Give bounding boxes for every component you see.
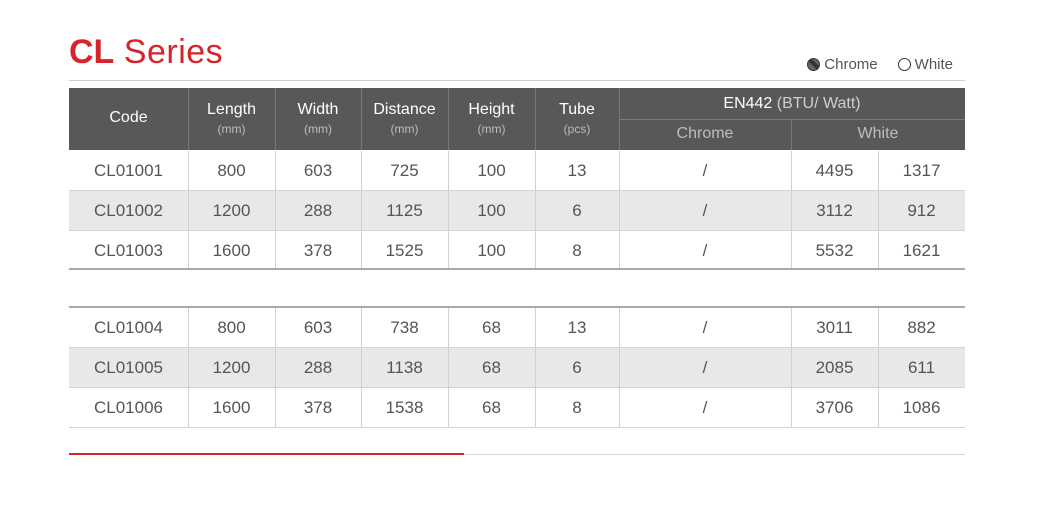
table-row: CL01001 800 603 725 100 13 / 4495 1317	[69, 151, 965, 191]
table-header: Code Length (mm) Width (mm) Distance (mm…	[69, 88, 965, 150]
cell-white-btu: 3112	[816, 201, 853, 220]
cell-white-watt: 1621	[902, 241, 941, 260]
cell-white-btu: 2085	[815, 358, 854, 377]
cell-tube: 6	[572, 201, 582, 220]
cell-length: 1600	[212, 241, 251, 260]
cell-width: 288	[303, 201, 333, 220]
cell-white-watt: 611	[907, 358, 936, 377]
cell-height: 100	[477, 241, 506, 260]
header-distance-unit: (mm)	[390, 122, 419, 136]
filled-circle-icon	[807, 58, 821, 71]
header-height: Height	[468, 101, 515, 118]
cell-white-watt: 1317	[902, 161, 941, 180]
header-length-unit: (mm)	[217, 122, 246, 136]
cell-white-watt: 912	[907, 201, 936, 220]
empty-circle-icon	[897, 58, 911, 71]
cell-tube: 8	[572, 241, 582, 260]
cell-code: CL01003	[93, 241, 163, 260]
cell-tube: 13	[567, 318, 587, 337]
cell-white-btu: 3706	[815, 398, 854, 417]
title-rest: Series	[123, 33, 224, 71]
cell-white-watt: 882	[907, 318, 936, 337]
cell-height: 68	[482, 398, 501, 417]
finish-white: White	[897, 56, 953, 73]
cell-chrome: /	[702, 241, 708, 260]
cell-width: 378	[303, 241, 333, 260]
finish-white-label: White	[914, 56, 953, 73]
cell-chrome: /	[702, 201, 708, 220]
cell-width: 378	[303, 398, 333, 417]
cell-code: CL01001	[93, 161, 163, 180]
cell-code: CL01002	[93, 201, 163, 220]
cell-distance: 725	[390, 161, 419, 180]
cell-distance: 1538	[385, 398, 424, 417]
finish-legend: Chrome White	[793, 56, 953, 73]
header-tube: Tube	[559, 101, 595, 118]
table-row: CL01005 1200 288 1138 68 6 / 2085 611	[69, 348, 965, 388]
table-group-1: CL01001 800 603 725 100 13 / 4495 1317 C…	[69, 151, 965, 270]
header-width: Width	[297, 101, 339, 118]
cell-white-btu: 3011	[816, 318, 853, 337]
cell-height: 100	[477, 161, 506, 180]
table-row: CL01006 1600 378 1538 68 8 / 3706 1086	[69, 388, 965, 428]
cell-height: 68	[482, 358, 501, 377]
header-height-unit: (mm)	[477, 122, 506, 136]
cell-width: 603	[303, 318, 333, 337]
finish-chrome: Chrome	[807, 56, 878, 73]
cell-white-btu: 5532	[815, 241, 854, 260]
cell-distance: 1125	[386, 201, 423, 220]
cell-distance: 738	[390, 318, 419, 337]
cell-length: 800	[217, 161, 246, 180]
cell-height: 100	[477, 201, 506, 220]
page-title: CL Series	[69, 32, 223, 72]
cell-length: 1200	[212, 201, 251, 220]
header-length: Length	[207, 101, 256, 118]
header-tube-unit: (pcs)	[563, 122, 591, 136]
header-chrome: Chrome	[676, 125, 734, 142]
cell-white-btu: 4495	[815, 161, 854, 180]
table-group-2: CL01004 800 603 738 68 13 / 3011 882 CL0…	[69, 308, 965, 428]
group-divider-top	[69, 268, 965, 270]
cell-chrome: /	[702, 398, 708, 417]
table-row: CL01002 1200 288 1125 100 6 / 3112 912	[69, 191, 965, 231]
cell-width: 288	[303, 358, 333, 377]
cell-length: 1600	[212, 398, 251, 417]
footer-accent-rule	[69, 453, 464, 455]
header-en442-bold: EN442	[723, 95, 773, 112]
cell-distance: 1138	[386, 358, 423, 377]
table-row: CL01003 1600 378 1525 100 8 / 5532 1621	[69, 231, 965, 270]
cell-code: CL01004	[93, 318, 163, 337]
cell-chrome: /	[702, 318, 708, 337]
cell-chrome: /	[702, 161, 708, 180]
cell-tube: 13	[567, 161, 587, 180]
title-bold: CL	[69, 33, 115, 71]
header-en442: EN442 (BTU/ Watt)	[619, 95, 965, 113]
title-divider	[69, 80, 965, 81]
cell-distance: 1525	[385, 241, 424, 260]
finish-chrome-label: Chrome	[824, 56, 878, 73]
header-width-unit: (mm)	[304, 122, 332, 136]
cell-tube: 6	[572, 358, 582, 377]
cell-width: 603	[303, 161, 333, 180]
cell-code: CL01006	[93, 398, 163, 417]
cell-chrome: /	[702, 358, 708, 377]
header-code: Code	[109, 109, 148, 126]
header-white: White	[857, 125, 899, 142]
cell-height: 68	[482, 318, 501, 337]
cell-code: CL01005	[93, 358, 163, 377]
cell-length: 1200	[212, 358, 251, 377]
header-en442-rest: (BTU/ Watt)	[776, 95, 861, 112]
cell-white-watt: 1086	[902, 398, 941, 417]
cell-length: 800	[217, 318, 246, 337]
cell-tube: 8	[572, 398, 582, 417]
header-distance: Distance	[373, 101, 436, 118]
table-row: CL01004 800 603 738 68 13 / 3011 882	[69, 308, 965, 348]
